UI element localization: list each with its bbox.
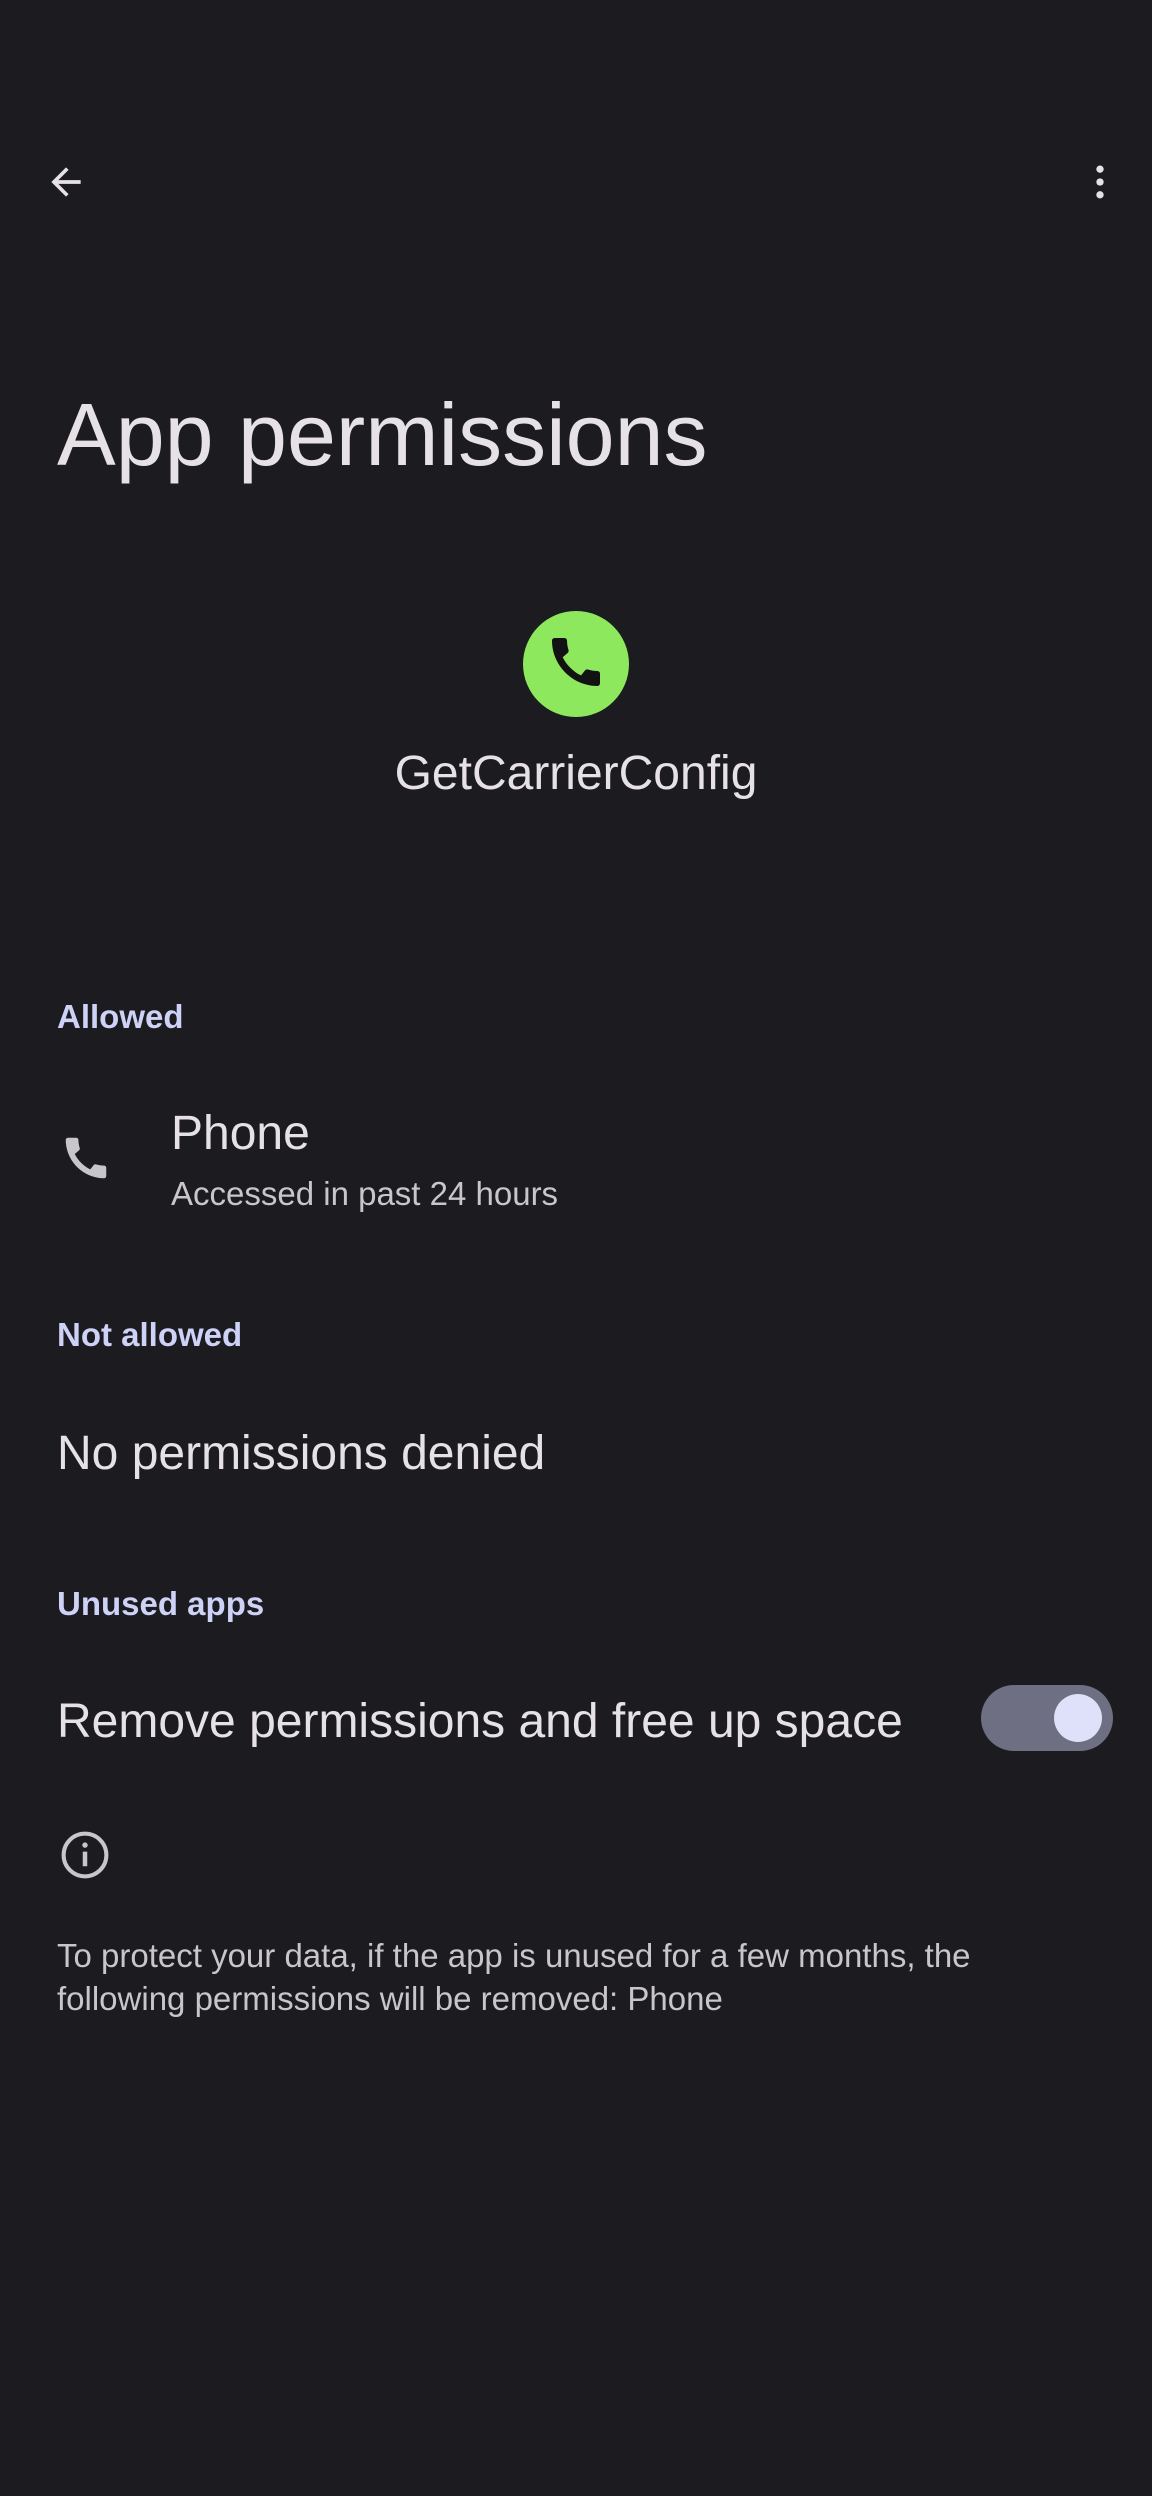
permission-item-phone[interactable]: Phone Accessed in past 24 hours: [0, 1086, 1152, 1236]
remove-permissions-label[interactable]: Remove permissions and free up space: [57, 1690, 903, 1754]
info-description: To protect your data, if the app is unus…: [57, 1937, 971, 2017]
phone-icon: [544, 630, 608, 699]
more-vert-icon: [1078, 160, 1122, 209]
arrow-back-icon: [44, 160, 88, 209]
phone-icon: [54, 1126, 118, 1190]
permission-title: Phone: [171, 1107, 310, 1160]
back-button[interactable]: [30, 148, 102, 220]
info-icon: [57, 1827, 113, 1883]
app-name: GetCarrierConfig: [394, 747, 758, 800]
remove-permissions-toggle[interactable]: [981, 1685, 1113, 1751]
section-header-not-allowed: Not allowed: [57, 1316, 243, 1353]
more-options-button[interactable]: [1064, 148, 1136, 220]
app-icon: [523, 611, 629, 717]
section-header-unused-apps: Unused apps: [57, 1585, 265, 1622]
permission-subtitle: Accessed in past 24 hours: [171, 1175, 559, 1212]
no-permissions-text: No permissions denied: [57, 1427, 546, 1480]
section-header-allowed: Allowed: [57, 998, 184, 1035]
toggle-knob: [1054, 1694, 1102, 1742]
page-title: App permissions: [57, 385, 708, 484]
